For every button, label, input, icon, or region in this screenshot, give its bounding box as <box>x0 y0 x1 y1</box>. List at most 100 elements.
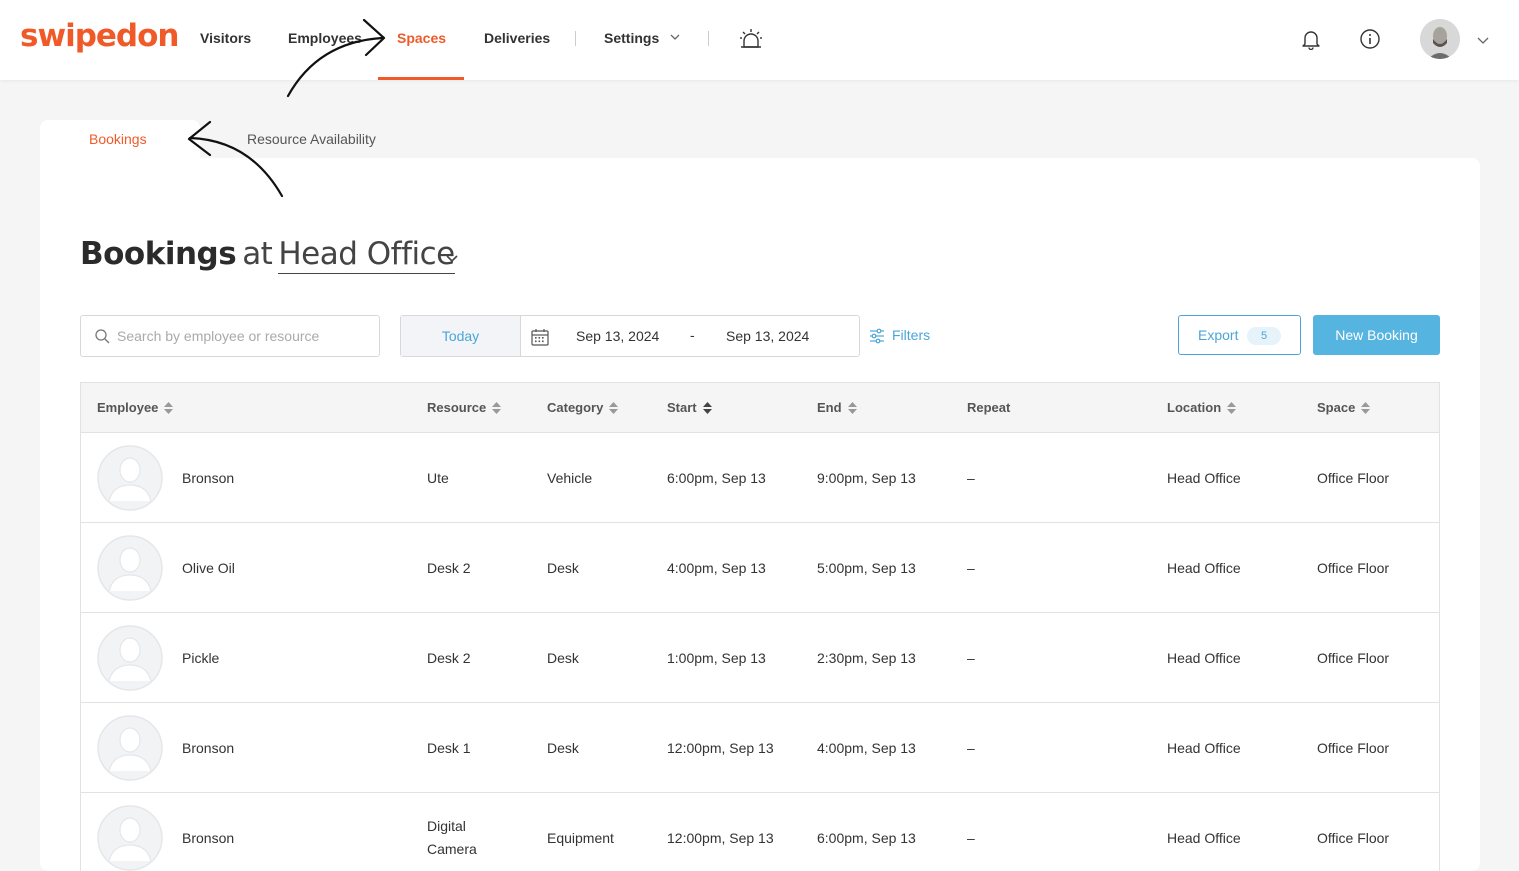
top-navbar: swipedon Visitors Employees Spaces Deliv… <box>0 0 1519 80</box>
cell-space: Office Floor <box>1317 650 1390 666</box>
cell-location: Head Office <box>1167 560 1241 576</box>
nav-visitors[interactable]: Visitors <box>200 30 251 46</box>
nav-divider <box>708 31 709 46</box>
table-row[interactable]: Bronson Ute Vehicle 6:00pm, Sep 13 9:00pm, S… <box>81 433 1439 523</box>
cell-location: Head Office <box>1167 830 1241 846</box>
calendar-icon[interactable] <box>531 328 549 346</box>
cell-employee: Pickle <box>182 650 220 666</box>
end-date-input[interactable]: Sep 13, 2024 <box>726 328 809 344</box>
cell-end: 5:00pm, Sep 13 <box>817 560 916 576</box>
bell-icon[interactable] <box>1300 28 1322 50</box>
cell-resource: Desk 2 <box>427 650 471 666</box>
column-header-employee[interactable]: Employee <box>97 400 174 415</box>
cell-start: 6:00pm, Sep 13 <box>667 470 766 486</box>
cell-category: Desk <box>547 560 579 576</box>
page-title-at: at <box>242 236 273 272</box>
search-box <box>80 315 380 357</box>
export-count-badge: 5 <box>1247 327 1281 345</box>
cell-location: Head Office <box>1167 740 1241 756</box>
search-icon <box>95 329 110 344</box>
user-avatar[interactable] <box>1420 19 1460 59</box>
column-header-start[interactable]: Start <box>667 400 712 415</box>
cell-category: Equipment <box>547 830 614 846</box>
tab-resource-availability[interactable]: Resource Availability <box>247 131 376 147</box>
table-row[interactable]: Bronson Digital Camera Equipment 12:00pm, S… <box>81 793 1439 871</box>
table-row[interactable]: Olive Oil Desk 2 Desk 4:00pm, Sep 13 5:00pm,… <box>81 523 1439 613</box>
cell-space: Office Floor <box>1317 470 1390 486</box>
employee-avatar-placeholder <box>97 805 163 871</box>
nav-spaces[interactable]: Spaces <box>397 30 446 46</box>
cell-repeat: – <box>967 560 975 576</box>
column-header-location[interactable]: Location <box>1167 400 1237 415</box>
cell-end: 9:00pm, Sep 13 <box>817 470 916 486</box>
info-icon[interactable] <box>1359 28 1381 50</box>
cell-category: Vehicle <box>547 470 593 486</box>
chevron-down-icon[interactable] <box>445 251 459 265</box>
cell-space: Office Floor <box>1317 830 1390 846</box>
nav-divider <box>575 31 576 46</box>
cell-end: 6:00pm, Sep 13 <box>817 830 916 846</box>
cell-end: 4:00pm, Sep 13 <box>817 740 916 756</box>
new-booking-button[interactable]: New Booking <box>1313 315 1440 355</box>
sliders-icon <box>870 328 884 344</box>
evacuation-alarm-icon[interactable] <box>737 25 765 53</box>
chevron-down-icon[interactable] <box>668 30 682 44</box>
cell-space: Office Floor <box>1317 560 1390 576</box>
cell-start: 1:00pm, Sep 13 <box>667 650 766 666</box>
column-header-space[interactable]: Space <box>1317 400 1371 415</box>
table-row[interactable]: Bronson Desk 1 Desk 12:00pm, Sep 13 4:00pm, … <box>81 703 1439 793</box>
cell-location: Head Office <box>1167 470 1241 486</box>
sort-icon <box>492 402 502 414</box>
employee-avatar-placeholder <box>97 445 163 511</box>
cell-category: Desk <box>547 650 579 666</box>
nav-employees[interactable]: Employees <box>288 30 362 46</box>
chevron-down-icon[interactable] <box>1476 33 1490 47</box>
cell-end: 2:30pm, Sep 13 <box>817 650 916 666</box>
search-input[interactable] <box>117 316 372 356</box>
cell-resource: Digital Camera <box>427 818 477 857</box>
cell-resource: Ute <box>427 470 449 486</box>
cell-employee: Olive Oil <box>182 560 235 576</box>
nav-active-indicator <box>378 77 464 80</box>
sort-icon <box>1361 402 1371 414</box>
column-header-resource[interactable]: Resource <box>427 400 502 415</box>
cell-resource: Desk 1 <box>427 740 471 756</box>
export-label: Export <box>1198 327 1239 343</box>
cell-employee: Bronson <box>182 470 235 486</box>
nav-deliveries[interactable]: Deliveries <box>484 30 550 46</box>
cell-repeat: – <box>967 650 975 666</box>
bookings-table: Employee Resource Category Start End Rep… <box>80 382 1440 871</box>
cell-start: 4:00pm, Sep 13 <box>667 560 766 576</box>
sort-icon <box>702 402 712 414</box>
employee-avatar-placeholder <box>97 625 163 691</box>
nav-settings[interactable]: Settings <box>604 30 659 46</box>
cell-location: Head Office <box>1167 650 1241 666</box>
date-separator: - <box>690 327 695 343</box>
cell-category: Desk <box>547 740 579 756</box>
cell-repeat: – <box>967 830 975 846</box>
page-title: Bookings at Head Office <box>80 236 455 274</box>
sort-icon <box>609 402 619 414</box>
cell-space: Office Floor <box>1317 740 1390 756</box>
column-header-end[interactable]: End <box>817 400 857 415</box>
column-header-repeat: Repeat <box>967 400 1011 415</box>
employee-avatar-placeholder <box>97 715 163 781</box>
cell-start: 12:00pm, Sep 13 <box>667 740 774 756</box>
sort-icon <box>847 402 857 414</box>
date-range-picker: Today Sep 13, 2024 - Sep 13, 2024 <box>400 315 860 357</box>
table-header: Employee Resource Category Start End Rep… <box>81 383 1439 433</box>
cell-employee: Bronson <box>182 830 235 846</box>
sort-icon <box>1227 402 1237 414</box>
swipedon-logo[interactable]: swipedon <box>20 18 179 54</box>
today-button[interactable]: Today <box>401 316 521 356</box>
cell-repeat: – <box>967 740 975 756</box>
cell-resource: Desk 2 <box>427 560 471 576</box>
tab-bookings[interactable]: Bookings <box>89 131 147 147</box>
export-button[interactable]: Export 5 <box>1178 315 1301 355</box>
start-date-input[interactable]: Sep 13, 2024 <box>576 328 659 344</box>
column-header-category[interactable]: Category <box>547 400 619 415</box>
page-title-text: Bookings <box>80 236 237 272</box>
table-row[interactable]: Pickle Desk 2 Desk 1:00pm, Sep 13 2:30pm, Se… <box>81 613 1439 703</box>
cell-employee: Bronson <box>182 740 235 756</box>
location-selector[interactable]: Head Office <box>278 236 455 274</box>
